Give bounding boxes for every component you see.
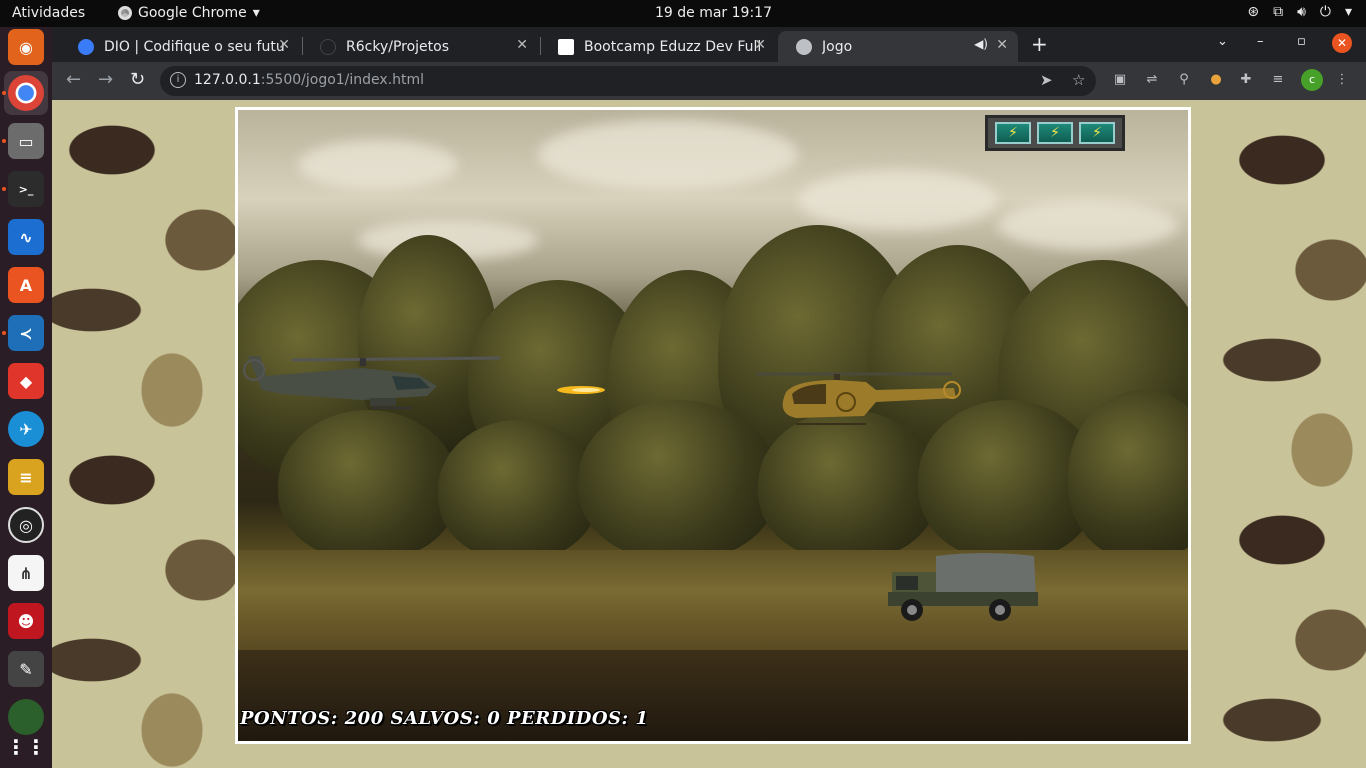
forward-icon[interactable]: →: [98, 69, 113, 90]
window-close-button[interactable]: ✕: [1332, 33, 1352, 53]
gimp-icon[interactable]: ✎: [8, 651, 44, 687]
site-info-icon[interactable]: i: [170, 72, 186, 88]
system-monitor-icon[interactable]: ∿: [8, 219, 44, 255]
tree: [438, 420, 598, 560]
tab-title: Jogo: [822, 38, 853, 55]
tree: [278, 410, 458, 560]
url-text[interactable]: 127.0.0.1:5500/jogo1/index.html: [194, 72, 424, 88]
cloud: [798, 170, 998, 230]
app-menu[interactable]: Google Chrome ▾: [118, 5, 260, 21]
github-favicon-icon: [320, 38, 336, 55]
system-top-bar: Atividades Google Chrome ▾ 19 de mar 19:…: [0, 0, 1366, 27]
running-indicator: [2, 139, 6, 143]
clock[interactable]: 19 de mar 19:17: [655, 5, 772, 21]
app-menu-label: Google Chrome: [138, 5, 247, 21]
send-icon[interactable]: ➤: [1040, 71, 1053, 89]
url-path: :5500/jogo1/index.html: [260, 72, 425, 88]
power-icon[interactable]: ⏻: [1320, 4, 1331, 20]
minimize-icon[interactable]: –: [1257, 34, 1264, 49]
chevron-down-icon: ▾: [252, 5, 260, 21]
new-tab-button[interactable]: +: [1031, 32, 1048, 56]
missile: [557, 386, 605, 394]
tab-search-icon[interactable]: ⌄: [1217, 34, 1228, 49]
back-icon[interactable]: ←: [66, 69, 81, 90]
reload-icon[interactable]: ↻: [130, 69, 145, 90]
game-icon[interactable]: ☻: [8, 603, 44, 639]
tab-title: DIO | Codifique o seu futu: [104, 38, 284, 55]
firefox-icon[interactable]: ◉: [8, 29, 44, 65]
meadow: [238, 550, 1188, 650]
enemy-helicopter: [756, 372, 961, 425]
extension-js-icon[interactable]: ▣: [1112, 72, 1128, 88]
chevron-down-icon[interactable]: ▾: [1345, 4, 1352, 20]
network-graph-icon[interactable]: ⋔: [8, 555, 44, 591]
system-tray[interactable]: ⊛ ⧉ 🔊︎ ⏻ ▾: [1247, 4, 1352, 20]
maximize-icon[interactable]: ▫: [1297, 34, 1306, 49]
cloud: [538, 120, 798, 190]
page-viewport: ⚡︎ ⚡︎ ⚡︎ PONTOS: 200 SALVOS: 0 PERDIDOS:…: [52, 100, 1366, 768]
close-icon[interactable]: ✕: [754, 37, 766, 53]
url-host: 127.0.0.1: [194, 72, 261, 88]
bookmark-star-icon[interactable]: ☆: [1072, 71, 1085, 89]
tab-jogo[interactable]: Jogo ◀) ✕: [778, 31, 1018, 62]
running-indicator: [2, 187, 6, 191]
enemy-truck: [888, 553, 1038, 621]
tab-trello[interactable]: Bootcamp Eduzz Dev Full ✕: [540, 31, 776, 62]
software-center-icon[interactable]: A: [8, 267, 44, 303]
lightning-icon: ⚡︎: [1079, 122, 1115, 144]
energy-bar: ⚡︎ ⚡︎ ⚡︎: [985, 115, 1125, 151]
globe-icon: [796, 38, 812, 55]
obs-icon[interactable]: ◎: [8, 507, 44, 543]
tab-dio[interactable]: DIO | Codifique o seu futu ✕: [60, 31, 300, 62]
menu-icon[interactable]: ⋮: [1334, 72, 1350, 88]
lightning-icon: ⚡︎: [1037, 122, 1073, 144]
media-control-icon[interactable]: ≡: [1270, 72, 1286, 88]
extension-cookie-icon[interactable]: ●: [1208, 72, 1224, 88]
game-area[interactable]: ⚡︎ ⚡︎ ⚡︎ PONTOS: 200 SALVOS: 0 PERDIDOS:…: [235, 107, 1191, 744]
chrome-icon: [118, 6, 132, 20]
accessibility-icon[interactable]: ⊛: [1247, 4, 1259, 20]
volume-icon[interactable]: 🔊︎: [1297, 4, 1306, 20]
tab-title: Bootcamp Eduzz Dev Full: [584, 38, 762, 55]
tab-title: R6cky/Projetos: [346, 38, 450, 55]
player-helicopter: [243, 356, 501, 409]
notes-icon[interactable]: ≡: [8, 459, 44, 495]
ground: [238, 650, 1188, 741]
close-icon[interactable]: ✕: [278, 37, 290, 53]
extensions-puzzle-icon[interactable]: ✚: [1238, 72, 1254, 88]
browser-toolbar: ← → ↻ i 127.0.0.1:5500/jogo1/index.html …: [52, 62, 1366, 100]
trello-favicon-icon: [558, 38, 574, 55]
show-apps-icon[interactable]: ⋮⋮: [6, 729, 46, 765]
anydesk-icon[interactable]: ◆: [8, 363, 44, 399]
close-icon[interactable]: ✕: [996, 37, 1008, 53]
browser-icon[interactable]: ✈: [8, 411, 44, 447]
dio-favicon-icon: [78, 38, 94, 55]
activities-button[interactable]: Atividades: [12, 5, 85, 21]
address-bar[interactable]: i 127.0.0.1:5500/jogo1/index.html ➤ ☆: [160, 66, 1096, 96]
audio-icon[interactable]: ◀): [974, 37, 988, 51]
extension-arrow-icon[interactable]: ⇌: [1144, 72, 1160, 88]
tab-github[interactable]: R6cky/Projetos ✕: [302, 31, 538, 62]
cloud: [998, 200, 1178, 250]
extension-search-icon[interactable]: ⚲: [1176, 72, 1192, 88]
tab-strip: DIO | Codifique o seu futu ✕ R6cky/Proje…: [52, 27, 1366, 62]
lightning-icon: ⚡︎: [995, 122, 1031, 144]
vscode-icon[interactable]: ≺: [8, 315, 44, 351]
running-indicator: [2, 331, 6, 335]
chrome-icon[interactable]: [8, 75, 44, 111]
tree: [578, 400, 778, 560]
files-icon[interactable]: ▭: [8, 123, 44, 159]
profile-avatar[interactable]: c: [1301, 69, 1323, 91]
terminal-icon[interactable]: >_: [8, 171, 44, 207]
dock: ◉ ▭ >_ ∿ A ≺ ◆ ✈ ≡ ◎ ⋔ ☻ ✎ ⋮⋮: [0, 27, 52, 768]
cloud: [298, 140, 458, 190]
score-text: PONTOS: 200 SALVOS: 0 PERDIDOS: 1: [240, 708, 649, 729]
running-indicator: [2, 91, 6, 95]
network-icon[interactable]: ⧉: [1273, 4, 1283, 20]
close-icon[interactable]: ✕: [516, 37, 528, 53]
